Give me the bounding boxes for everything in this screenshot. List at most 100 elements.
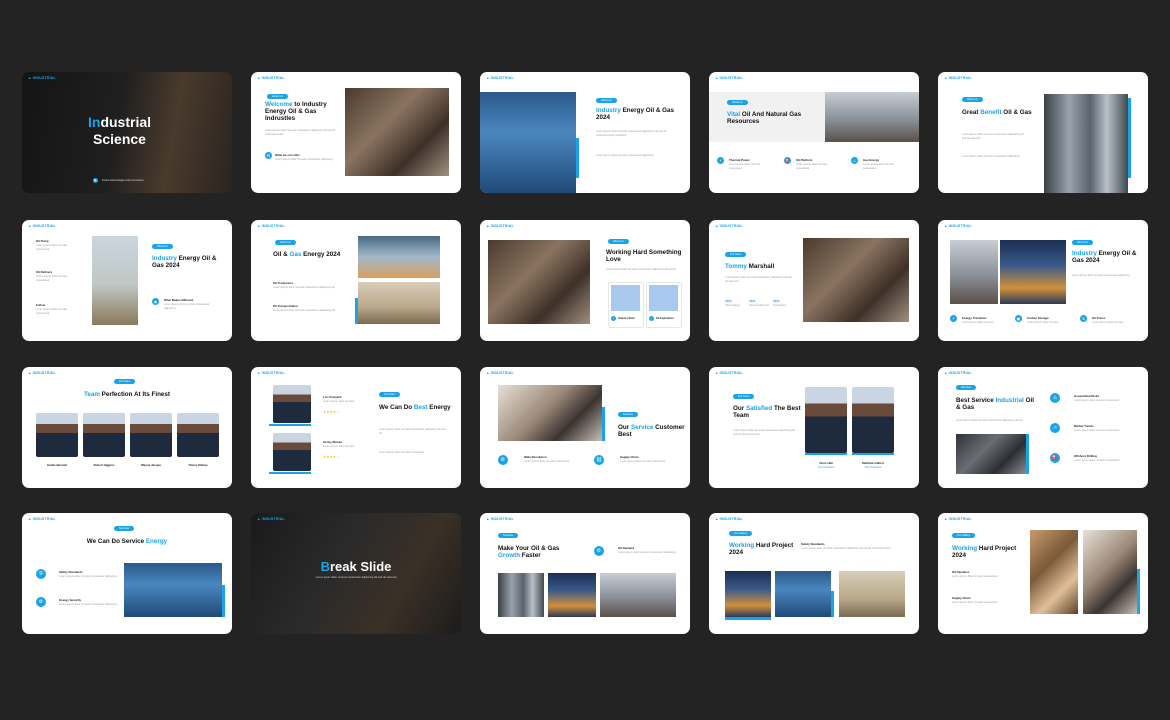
warehouse-photo bbox=[124, 563, 222, 617]
body-text: Lorem ipsum dolor sit amet consectetur bbox=[36, 275, 68, 282]
image-placeholder bbox=[611, 285, 640, 311]
stat-label: Client Happy bbox=[725, 304, 740, 307]
slide-3-industry[interactable]: INDUSTRIAL About Us Industry Energy Oil … bbox=[480, 72, 690, 193]
section-pill: Our Team bbox=[733, 394, 755, 399]
supply-chain-icon: ⛓ bbox=[594, 455, 604, 465]
slide-9-tommy[interactable]: INDUSTRIAL Our Team Tommy Marshall Lorem… bbox=[709, 220, 919, 341]
slide-11-team[interactable]: INDUSTRIAL Our Team Team Perfection At I… bbox=[22, 367, 232, 488]
risk-icon: ⚠ bbox=[1050, 393, 1060, 403]
item-label: Carbon Storage bbox=[1027, 316, 1049, 320]
check-icon: ✓ bbox=[649, 316, 654, 321]
office-photo bbox=[1083, 530, 1137, 614]
body-text: Lorem ipsum dolor sit amet consectetur a… bbox=[801, 547, 891, 550]
rating-stars: ★★★★☆ bbox=[323, 455, 340, 459]
slide-heading: Working Hard Project 2024 bbox=[729, 542, 794, 557]
section-pill: About Us bbox=[152, 244, 173, 249]
slide-12-best-energy[interactable]: INDUSTRIAL Lori Vineyard Lorem ipsum dol… bbox=[251, 367, 461, 488]
slide-heading: Vital Oil And Natural Gas Resources bbox=[727, 111, 802, 126]
item-label: Oil Pipelines bbox=[952, 570, 970, 574]
body-text: Lorem ipsum dolor sit amet consectetur bbox=[952, 601, 998, 604]
section-pill: Services bbox=[498, 533, 518, 538]
platform-icon: ⛽ bbox=[784, 157, 791, 164]
slide-10-industry[interactable]: INDUSTRIAL About Us Industry Energy Oil … bbox=[938, 220, 1148, 341]
item-label: Offshore Drilling bbox=[1074, 454, 1097, 458]
item-label: Supply Chain bbox=[952, 596, 971, 600]
refinery-photo bbox=[1000, 240, 1066, 304]
body-text: Lorem ipsum dolor sit amet consectetur a… bbox=[618, 551, 676, 554]
brand-logo: INDUSTRIAL bbox=[944, 371, 972, 375]
body-text: Lorem ipsum dolor sit amet consectetur bbox=[863, 163, 895, 170]
accent-bar bbox=[222, 585, 225, 617]
item-label: Oil Pump bbox=[36, 239, 49, 243]
stat-label: Completed bbox=[773, 304, 786, 307]
oil-field-photo bbox=[839, 571, 905, 617]
body-text: Lorem ipsum dolor sit amet consectetur a… bbox=[315, 576, 397, 579]
section-pill: Our Gallery bbox=[729, 531, 753, 536]
brand-logo: INDUSTRIAL bbox=[28, 371, 56, 375]
card-label: Oil Exploration bbox=[656, 317, 674, 320]
mechanic-photo bbox=[488, 240, 590, 324]
slide-heading: We Can Do Service Energy bbox=[86, 538, 168, 545]
brand-logo: INDUSTRIAL bbox=[486, 371, 514, 375]
body-text: Lorem ipsum dolor sit amet consectetur bbox=[796, 163, 828, 170]
item-label: Gas Energy bbox=[863, 158, 880, 162]
body-text: Lorem ipsum dolor sit amet consectetur a… bbox=[606, 268, 677, 271]
item-label: Oil Refinery bbox=[36, 270, 53, 274]
slide-19-project[interactable]: INDUSTRIAL Our Gallery Working Hard Proj… bbox=[709, 513, 919, 634]
item-label: Oil Production bbox=[273, 281, 293, 285]
slide-1-title[interactable]: INDUSTRIAL Industrial Science ▶ Future t… bbox=[22, 72, 232, 193]
slide-heading: Working Hard Project 2024 bbox=[952, 545, 1017, 560]
slide-heading: Oil & Gas Energy 2024 bbox=[273, 251, 341, 258]
team-photo bbox=[273, 385, 311, 423]
body-text: Lorem ipsum dolor sit amet consectetur a… bbox=[956, 419, 1023, 422]
member-name: Timmy McGee bbox=[188, 463, 208, 467]
slide-14-satisfied-team[interactable]: INDUSTRIAL Our Team Our Satisfied The Be… bbox=[709, 367, 919, 488]
slide-20-project[interactable]: INDUSTRIAL Our Gallery Working Hard Proj… bbox=[938, 513, 1148, 634]
slide-17-break[interactable]: INDUSTRIAL Break Slide Lorem ipsum dolor… bbox=[251, 513, 461, 634]
slide-2-welcome[interactable]: INDUSTRIAL About Us Welcome to Industry … bbox=[251, 72, 461, 193]
rocket-photo bbox=[358, 236, 440, 278]
accent-bar bbox=[831, 591, 834, 617]
body-text: Lorem ipsum dolor sit amet bbox=[1027, 321, 1059, 324]
body-text: Lorem ipsum dolor sit amet consectetur bbox=[36, 244, 68, 251]
refinery-photo bbox=[725, 571, 771, 617]
slide-16-service-energy[interactable]: INDUSTRIAL Services We Can Do Service En… bbox=[22, 513, 232, 634]
security-icon: ⚙ bbox=[36, 597, 46, 607]
storage-icon: ▣ bbox=[1015, 315, 1022, 322]
team-photo bbox=[805, 387, 847, 453]
slide-8-working-hard[interactable]: INDUSTRIAL About Us Working Hard Somethi… bbox=[480, 220, 690, 341]
member-name: Wayne Jacque bbox=[141, 463, 161, 467]
accent-bar bbox=[602, 407, 605, 441]
section-pill: About Us bbox=[727, 100, 748, 105]
brand-logo: INDUSTRIAL bbox=[944, 76, 972, 80]
body-text: Lorem ipsum dolor sit amet consectetur a… bbox=[273, 286, 335, 289]
body-text: Lorem ipsum dolor sit amet consectetur a… bbox=[164, 303, 210, 310]
slide-grid: INDUSTRIAL Industrial Science ▶ Future t… bbox=[22, 72, 1148, 634]
slide-13-service[interactable]: INDUSTRIAL Services Our Service Customer… bbox=[480, 367, 690, 488]
brand-logo: INDUSTRIAL bbox=[715, 224, 743, 228]
body-text: Lorem ipsum dolor sit amet consectetur bbox=[379, 451, 425, 454]
slide-15-best-service[interactable]: INDUSTRIAL Services Best Service Industr… bbox=[938, 367, 1148, 488]
break-title: Break Slide bbox=[320, 559, 392, 574]
slide-heading: Our Satisfied The Best Team bbox=[733, 405, 801, 420]
team-photo bbox=[36, 413, 78, 457]
member-name: Matthew Gilbert bbox=[862, 461, 884, 465]
slide-4-vital-oil[interactable]: INDUSTRIAL About Us Vital Oil And Natura… bbox=[709, 72, 919, 193]
body-text: Lorem ipsum dolor sit amet bbox=[323, 400, 355, 403]
slide-18-growth[interactable]: INDUSTRIAL Services Make Your Oil & Gas … bbox=[480, 513, 690, 634]
body-text: Lorem ipsum dolor sit amet consectetur a… bbox=[1072, 274, 1130, 277]
body-text: Lorem ipsum dolor sit amet consectetur a… bbox=[962, 155, 1020, 158]
team-photo bbox=[83, 413, 125, 457]
slide-6-industry[interactable]: INDUSTRIAL Oil Pump Lorem ipsum dolor si… bbox=[22, 220, 232, 341]
slide-7-oil-gas[interactable]: INDUSTRIAL About Us Oil & Gas Energy 202… bbox=[251, 220, 461, 341]
accent-line bbox=[805, 453, 847, 455]
body-text: Lorem ipsum dolor sit amet consectetur a… bbox=[379, 428, 446, 435]
brand-logo: INDUSTRIAL bbox=[28, 224, 56, 228]
play-icon: ▶ bbox=[93, 178, 98, 183]
towers-photo bbox=[600, 573, 676, 617]
slide-5-benefit[interactable]: INDUSTRIAL About Us Great Benefit Oil & … bbox=[938, 72, 1148, 193]
accent-line bbox=[852, 453, 894, 455]
slide-heading: Tommy Marshall bbox=[725, 263, 775, 270]
accent-bar bbox=[355, 298, 358, 324]
stat-label: Success Moment bbox=[749, 304, 769, 307]
